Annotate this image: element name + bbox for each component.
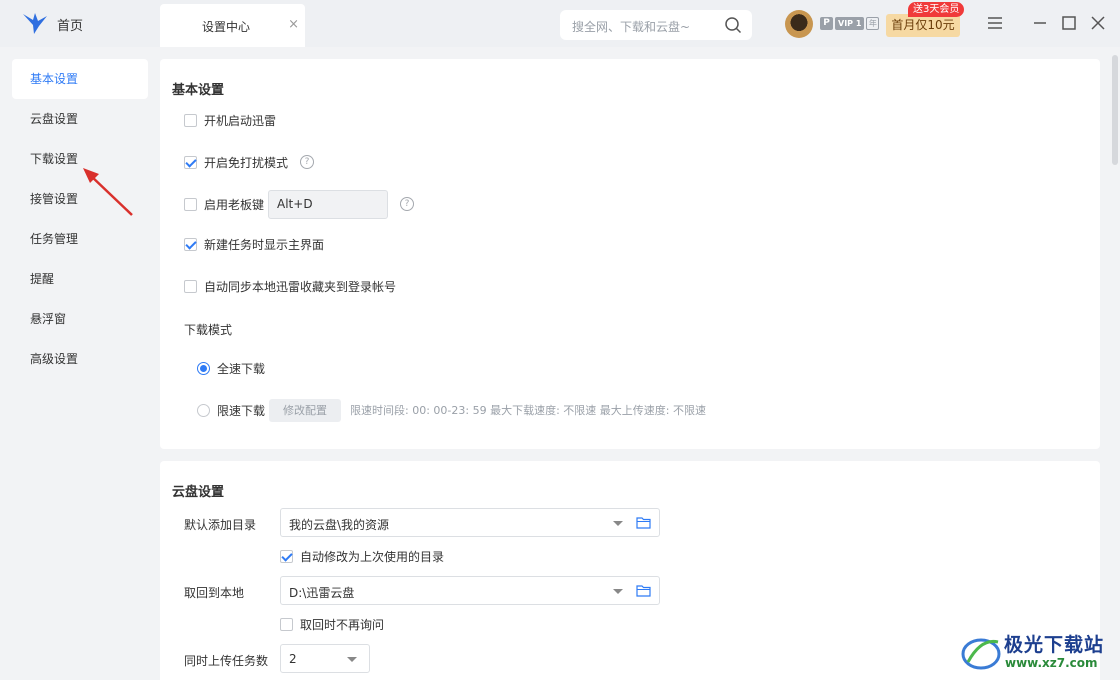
dnd-mode-label: 开启免打扰模式	[204, 155, 289, 170]
vip-level-label: VIP 1	[835, 17, 865, 30]
tab-label: 设置中心	[202, 20, 251, 34]
minimize-icon[interactable]	[1031, 14, 1049, 32]
retrieve-dir-value: D:\迅雷云盘	[289, 586, 355, 600]
folder-icon[interactable]	[636, 516, 651, 529]
limit-info-text: 限速时间段: 00: 00-23: 59 最大下载速度: 不限速 最大上传速度:…	[350, 404, 706, 417]
search-input[interactable]: 搜全网、下载和云盘~	[560, 10, 752, 40]
upload-count-value: 2	[289, 652, 297, 666]
scrollbar-thumb[interactable]	[1112, 55, 1118, 165]
avatar[interactable]	[785, 10, 813, 38]
watermark-title: 极光下载站	[1004, 634, 1105, 656]
default-dir-select[interactable]: 我的云盘\我的资源	[280, 508, 660, 537]
boss-key-label: 启用老板键	[204, 197, 265, 212]
full-speed-label: 全速下载	[217, 361, 266, 376]
sidebar-item-task-management[interactable]: 任务管理	[12, 219, 148, 259]
autostart-option[interactable]: 开机启动迅雷	[184, 110, 276, 130]
autostart-checkbox[interactable]	[184, 113, 197, 127]
auto-modify-label: 自动修改为上次使用的目录	[300, 549, 445, 564]
search-placeholder: 搜全网、下载和云盘~	[572, 20, 691, 34]
watermark: 极光下载站 www.xz7.com	[958, 628, 1110, 676]
chevron-down-icon[interactable]	[613, 589, 623, 594]
menu-icon[interactable]	[986, 14, 1004, 32]
watermark-logo-icon	[961, 638, 1001, 670]
search-icon[interactable]	[724, 16, 742, 34]
default-dir-label: 默认添加目录	[184, 518, 257, 532]
show-main-option[interactable]: 新建任务时显示主界面	[184, 234, 324, 254]
promo-badge: 送3天会员	[908, 2, 965, 17]
upload-count-label: 同时上传任务数	[184, 654, 269, 668]
sync-favorites-option[interactable]: 自动同步本地迅雷收藏夹到登录帐号	[184, 276, 396, 296]
sidebar-item-cloud[interactable]: 云盘设置	[12, 99, 148, 139]
boss-key-checkbox[interactable]	[184, 197, 197, 211]
sidebar-item-floating-window[interactable]: 悬浮窗	[12, 299, 148, 339]
sync-favorites-checkbox[interactable]	[184, 279, 197, 293]
retrieve-dir-select[interactable]: D:\迅雷云盘	[280, 576, 660, 605]
retrieve-label: 取回到本地	[184, 586, 245, 600]
section-title-basic: 基本设置	[172, 83, 225, 98]
vip-badge[interactable]: P VIP 1 年	[820, 17, 880, 30]
dnd-mode-option[interactable]: 开启免打扰模式 ?	[184, 152, 315, 172]
full-speed-radio[interactable]	[197, 361, 210, 375]
help-icon[interactable]: ?	[300, 155, 315, 169]
dnd-mode-checkbox[interactable]	[184, 155, 197, 169]
autostart-label: 开机启动迅雷	[204, 113, 277, 128]
limited-speed-radio[interactable]	[197, 403, 210, 417]
scrollbar[interactable]	[1110, 47, 1120, 680]
title-bar: 首页 设置中心 × 搜全网、下载和云盘~ P VIP 1 年 首月仅10元 送3…	[0, 0, 1120, 47]
thunder-bird-logo-icon[interactable]	[22, 11, 48, 35]
vip-p-label: P	[820, 17, 833, 30]
sidebar-item-basic[interactable]: 基本设置	[12, 59, 148, 99]
boss-key-option[interactable]: 启用老板键 Alt+D ?	[184, 189, 415, 219]
default-dir-value: 我的云盘\我的资源	[289, 518, 390, 532]
watermark-url: www.xz7.com	[1005, 656, 1098, 670]
chevron-down-icon[interactable]	[347, 657, 357, 662]
sync-favorites-label: 自动同步本地迅雷收藏夹到登录帐号	[204, 279, 397, 294]
basic-settings-panel: 基本设置 开机启动迅雷 开启免打扰模式 ? 启用老板键 Alt+D ? 新建任务…	[160, 59, 1100, 449]
no-ask-label: 取回时不再询问	[300, 617, 385, 632]
show-main-checkbox[interactable]	[184, 237, 197, 251]
maximize-icon[interactable]	[1060, 14, 1078, 32]
limited-speed-option[interactable]: 限速下载 修改配置 限速时间段: 00: 00-23: 59 最大下载速度: 不…	[197, 398, 706, 422]
window-close-icon[interactable]	[1089, 14, 1107, 32]
no-ask-checkbox[interactable]	[280, 617, 293, 631]
section-title-cloud: 云盘设置	[172, 485, 225, 500]
auto-modify-checkbox[interactable]	[280, 549, 293, 563]
promo-button[interactable]: 首月仅10元	[886, 14, 960, 37]
folder-icon[interactable]	[636, 584, 651, 597]
no-ask-option[interactable]: 取回时不再询问	[280, 614, 384, 634]
limited-speed-label: 限速下载	[217, 403, 266, 418]
auto-modify-option[interactable]: 自动修改为上次使用的目录	[280, 546, 444, 566]
settings-sidebar: 基本设置 云盘设置 下载设置 接管设置 任务管理 提醒 悬浮窗 高级设置	[12, 59, 148, 379]
home-label[interactable]: 首页	[57, 15, 83, 34]
upload-count-select[interactable]: 2	[280, 644, 370, 673]
tab-settings-center[interactable]: 设置中心 ×	[160, 4, 305, 47]
vip-year-label: 年	[866, 17, 880, 30]
download-mode-label: 下载模式	[184, 323, 233, 337]
modify-config-button[interactable]: 修改配置	[269, 398, 342, 422]
help-icon[interactable]: ?	[400, 197, 415, 211]
boss-key-input[interactable]: Alt+D	[268, 189, 389, 219]
chevron-down-icon[interactable]	[613, 521, 623, 526]
sidebar-item-reminder[interactable]: 提醒	[12, 259, 148, 299]
close-icon[interactable]: ×	[288, 17, 299, 32]
show-main-label: 新建任务时显示主界面	[204, 237, 325, 252]
sidebar-item-advanced[interactable]: 高级设置	[12, 339, 148, 379]
full-speed-option[interactable]: 全速下载	[197, 358, 265, 378]
red-arrow-annotation-icon	[83, 168, 133, 216]
